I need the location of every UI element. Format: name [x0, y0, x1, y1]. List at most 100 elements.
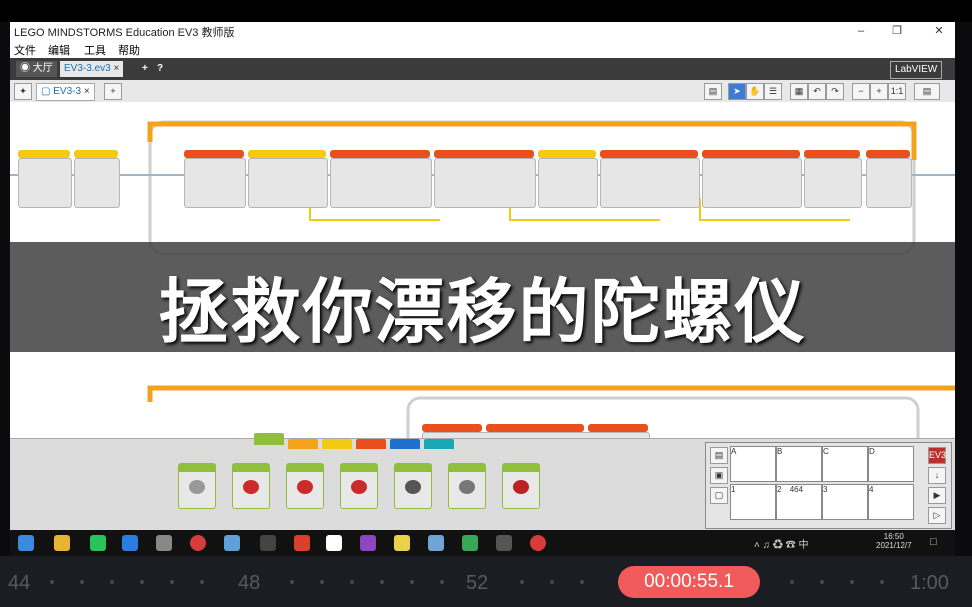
pan-tool-icon[interactable]: ✋ [746, 83, 764, 100]
add-program-icon[interactable]: + [104, 83, 122, 100]
brick-info-icon[interactable]: ▣ [710, 467, 728, 484]
port-view-icon[interactable]: ▤ [710, 447, 728, 464]
app-icon[interactable] [360, 535, 376, 551]
timeline-dot [350, 580, 354, 584]
minimize-button[interactable]: – [850, 23, 872, 39]
tab-project[interactable]: EV3-3.ev3 × [60, 61, 124, 77]
math-block[interactable] [330, 158, 432, 208]
port-label: 3 [823, 485, 828, 494]
port-d[interactable]: D [868, 446, 914, 482]
tab-lobby[interactable]: ◉ 大厅 [16, 61, 57, 77]
add-project-button[interactable]: + [138, 61, 152, 77]
download-icon[interactable]: ↓ [928, 467, 946, 484]
content-editor-icon[interactable]: ▤ [704, 83, 722, 100]
edge-icon[interactable] [122, 535, 138, 551]
app-icon[interactable] [462, 535, 478, 551]
available-bricks-icon[interactable]: ▢ [710, 487, 728, 504]
port-a[interactable]: A [730, 446, 776, 482]
tab-program-label: EV3-3 [53, 86, 82, 97]
port-label: B [777, 447, 783, 456]
app-icon[interactable] [294, 535, 310, 551]
timer-block[interactable] [248, 158, 328, 208]
tray-icons[interactable]: ˄ ♫ ♻ ☎ 中 [754, 536, 808, 551]
app-icon[interactable] [394, 535, 410, 551]
windows-start-icon[interactable] [18, 535, 34, 551]
gyro-reset-block[interactable] [18, 158, 72, 208]
port-2[interactable]: 2 464 [776, 484, 822, 520]
brick-sensor-block[interactable] [74, 158, 120, 208]
app-icon[interactable] [496, 535, 512, 551]
palette-tab-advanced[interactable] [390, 439, 420, 449]
record-icon[interactable] [190, 535, 206, 551]
compare-block[interactable] [434, 158, 536, 208]
move-tank-block[interactable] [340, 463, 378, 509]
app-icon[interactable] [326, 535, 342, 551]
camera-icon[interactable] [428, 535, 444, 551]
motor-block[interactable] [804, 158, 862, 208]
port-3[interactable]: 3 [822, 484, 868, 520]
sensor-block[interactable] [538, 158, 598, 208]
pin-icon[interactable]: ✦ [14, 83, 32, 100]
display-block[interactable] [394, 463, 432, 509]
motor-block[interactable] [184, 158, 246, 208]
palette-tab-flow[interactable] [288, 439, 318, 449]
run-selected-icon[interactable]: ▷ [928, 507, 946, 524]
medium-motor-block[interactable] [178, 463, 216, 509]
timeline-dot [580, 580, 584, 584]
video-top-border [0, 0, 972, 22]
menu-help[interactable]: 帮助 [118, 42, 140, 58]
taskbar-clock[interactable]: 16:50 2021/12/7 [876, 532, 912, 550]
timeline-dot [880, 580, 884, 584]
video-timeline[interactable]: 44 48 52 1:00 [0, 556, 972, 607]
port-b[interactable]: B [776, 446, 822, 482]
app-icon[interactable] [224, 535, 240, 551]
tab-project-label: EV3-3.ev3 [64, 63, 111, 74]
port-1[interactable]: 1 [730, 484, 776, 520]
file-explorer-icon[interactable] [54, 535, 70, 551]
ev3-badge[interactable]: EV3 [928, 447, 946, 464]
zoom-reset-icon[interactable]: 1:1 [888, 83, 906, 100]
port-label: C [823, 447, 829, 456]
motor-block-header [184, 150, 244, 158]
math-block[interactable] [600, 158, 700, 208]
math-block[interactable] [702, 158, 802, 208]
current-time-indicator[interactable]: 00:00:55.1 [618, 566, 760, 598]
select-tool-icon[interactable]: ➤ [728, 83, 746, 100]
close-button[interactable]: ✕ [928, 23, 950, 39]
redo-icon[interactable]: ↷ [826, 83, 844, 100]
record-icon[interactable] [530, 535, 546, 551]
help-button[interactable]: ? [153, 61, 167, 77]
notification-icon[interactable]: □ [930, 536, 937, 548]
app-icon[interactable] [156, 535, 172, 551]
port-c[interactable]: C [822, 446, 868, 482]
close-icon[interactable]: × [113, 63, 119, 74]
app-icon[interactable] [260, 535, 276, 551]
save-icon[interactable]: ▦ [790, 83, 808, 100]
menu-edit[interactable]: 编辑 [48, 42, 70, 58]
undo-icon[interactable]: ↶ [808, 83, 826, 100]
motor-block-header [422, 424, 482, 432]
close-icon[interactable]: × [84, 86, 90, 97]
menu-file[interactable]: 文件 [14, 42, 36, 58]
palette-tab-sensor[interactable] [322, 439, 352, 449]
zoom-out-icon[interactable]: − [852, 83, 870, 100]
wechat-icon[interactable] [90, 535, 106, 551]
timeline-dot [200, 580, 204, 584]
large-motor-block[interactable] [232, 463, 270, 509]
zoom-in-icon[interactable]: + [870, 83, 888, 100]
move-steering-block[interactable] [286, 463, 324, 509]
hardware-page-icon[interactable]: ▤ [914, 83, 940, 100]
sound-block[interactable] [448, 463, 486, 509]
comment-tool-icon[interactable]: ☰ [764, 83, 782, 100]
palette-tab-myblocks[interactable] [424, 439, 454, 449]
tab-program[interactable]: ▢ EV3-3 × [36, 83, 95, 101]
brick-status-light-block[interactable] [502, 463, 540, 509]
download-run-icon[interactable]: ▶ [928, 487, 946, 504]
port-4[interactable]: 4 [868, 484, 914, 520]
compare-block-header [434, 150, 534, 158]
loop-end-block[interactable] [866, 158, 912, 208]
palette-tab-action[interactable] [254, 433, 284, 445]
palette-tab-data[interactable] [356, 439, 386, 449]
maximize-button[interactable]: ❐ [886, 23, 908, 39]
menu-tools[interactable]: 工具 [84, 42, 106, 58]
